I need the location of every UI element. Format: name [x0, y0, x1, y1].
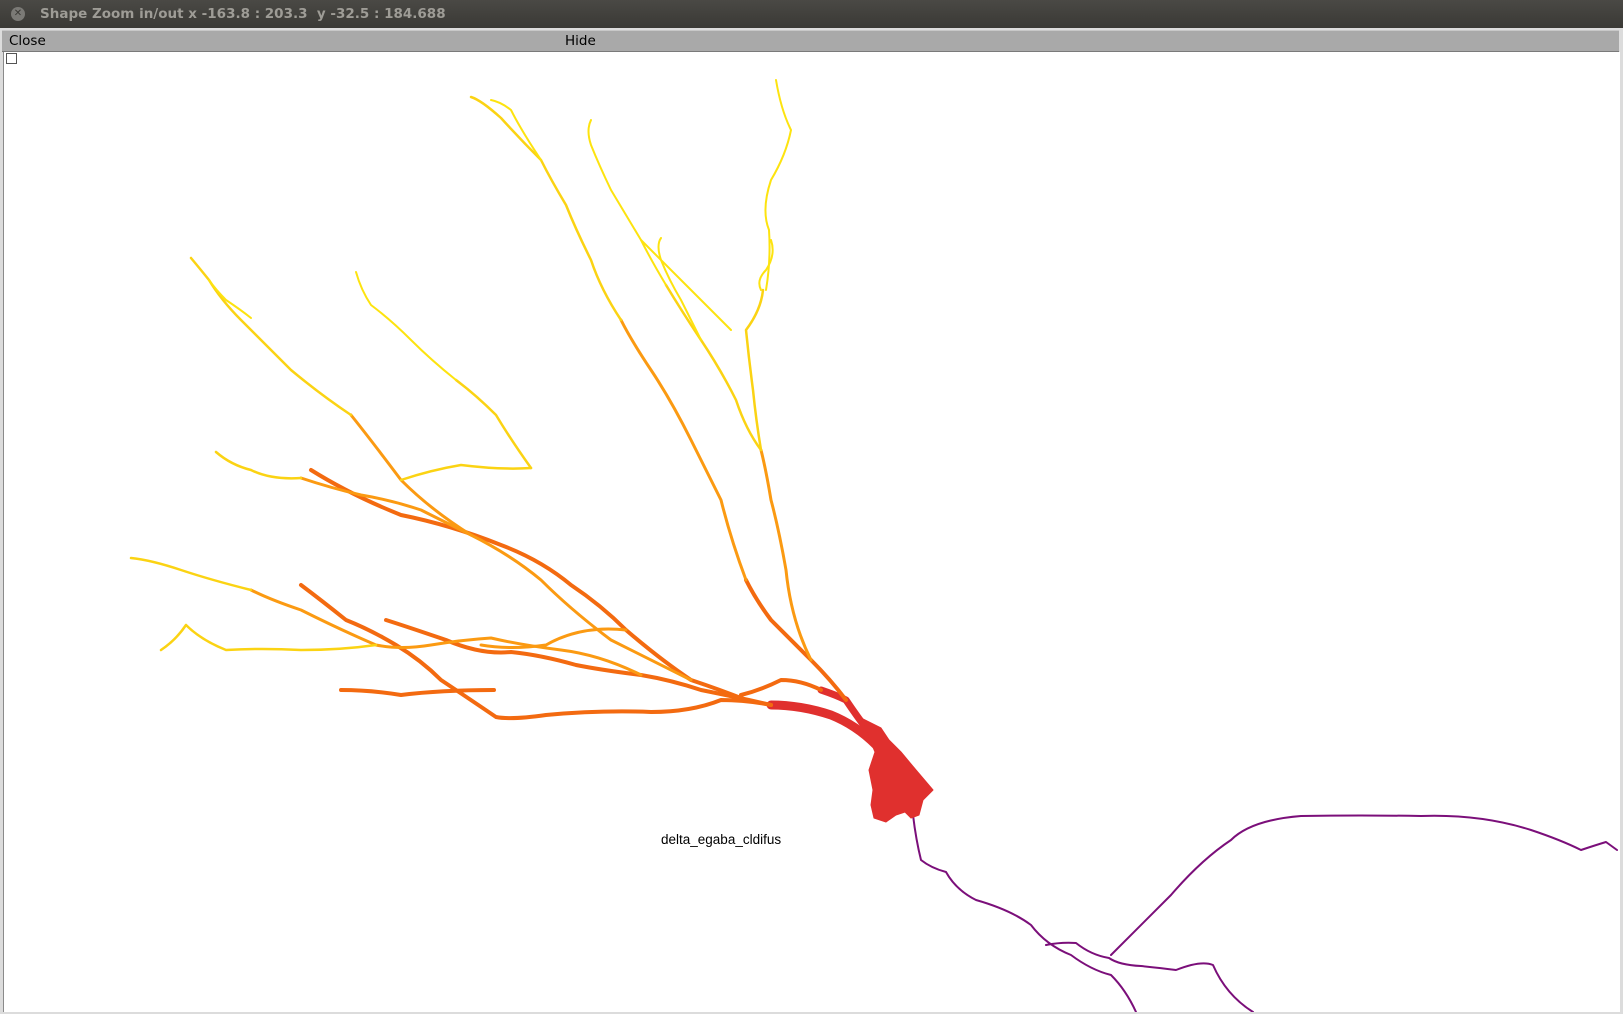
- axon-segment: [1110, 814, 1618, 956]
- shape-zoom-window: ✕ Shape Zoom in/out x -163.8 : 203.3 y -…: [0, 0, 1623, 1014]
- axon-segment: [1045, 941, 1254, 1012]
- window-title: Shape Zoom in/out x -163.8 : 203.3 y -32…: [40, 6, 446, 22]
- close-icon[interactable]: ✕: [11, 7, 25, 21]
- dendrite-tip: [657, 237, 702, 341]
- dendrite-tip: [758, 239, 774, 291]
- neuron-shape: [129, 79, 1618, 1012]
- soma: [860, 717, 934, 823]
- dendrite-segment: [159, 623, 378, 652]
- dendrite-tip: [764, 79, 792, 291]
- proximal-dendrites: [299, 468, 848, 721]
- shape-canvas[interactable]: delta_egaba_cldifus: [3, 52, 1620, 1012]
- axon-segment: [912, 814, 1137, 1012]
- dendrite-segment: [129, 556, 253, 592]
- dendrite-segment: [739, 678, 823, 697]
- dendrite-tip: [208, 279, 252, 319]
- dendrite-segment: [399, 463, 533, 482]
- proximal-trunk: [766, 686, 881, 750]
- dendrite-tip: [355, 271, 457, 381]
- dendrite-segment: [189, 256, 353, 417]
- dendrite-segment: [619, 318, 748, 582]
- dendrite-segment: [454, 378, 533, 470]
- dendrite-segment: [744, 288, 765, 452]
- toolbar: Close Hide: [2, 30, 1619, 52]
- shape-name-label: delta_egaba_cldifus: [661, 832, 782, 847]
- dendrite-tips: [208, 79, 792, 381]
- dendrite-segment: [479, 627, 628, 649]
- dendrite-segment: [759, 448, 813, 662]
- dendrite-segment: [339, 688, 496, 697]
- dendrite-segment: [299, 583, 773, 721]
- dendrite-segment: [214, 450, 303, 480]
- dendrite-segment: [469, 95, 623, 322]
- dendrite-segment: [664, 283, 763, 452]
- title-bar[interactable]: ✕ Shape Zoom in/out x -163.8 : 203.3 y -…: [0, 0, 1623, 28]
- close-button[interactable]: Close: [9, 31, 46, 51]
- dendrite-tip: [587, 119, 667, 286]
- dendrite-segment: [309, 468, 748, 702]
- axon: [912, 814, 1618, 1012]
- hide-button[interactable]: Hide: [565, 31, 596, 51]
- mid-dendrites: [249, 318, 813, 682]
